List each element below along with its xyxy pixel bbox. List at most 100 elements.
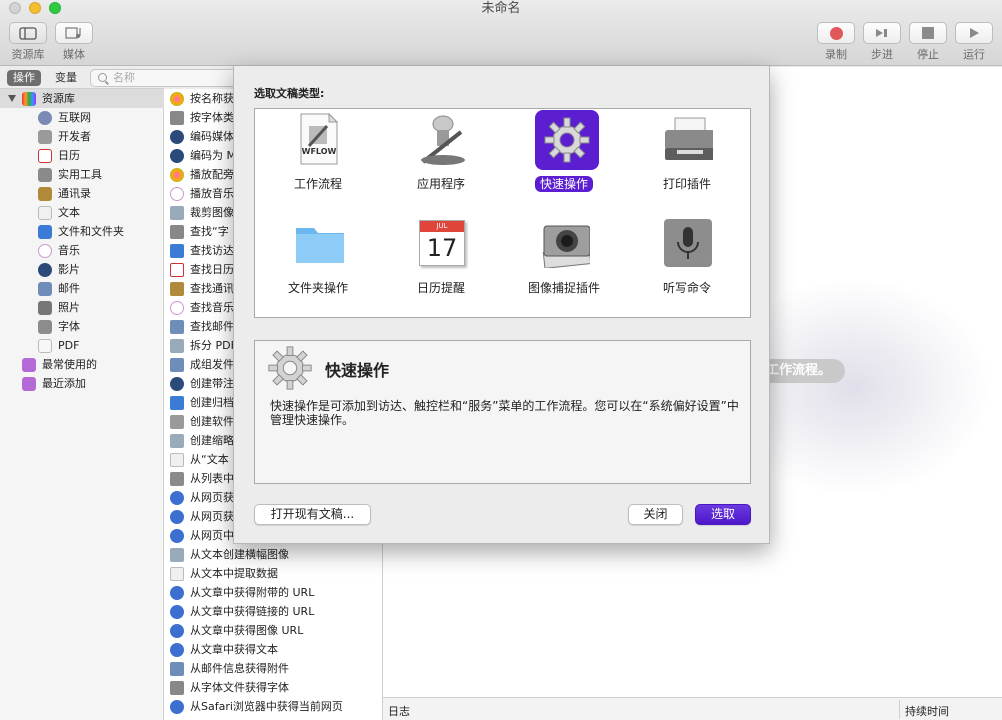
- type-calendar-alarm[interactable]: JUL 17 日历提醒: [386, 215, 496, 305]
- close-window-button[interactable]: [9, 2, 21, 14]
- library-item[interactable]: 文本: [38, 203, 80, 222]
- action-label: 创建缩略: [190, 434, 234, 447]
- type-dictation-command[interactable]: 听写命令: [632, 215, 742, 305]
- action-label: 从字体文件获得字体: [190, 681, 289, 694]
- library-root[interactable]: 资源库: [0, 89, 164, 108]
- safari-icon: [170, 585, 184, 600]
- choose-button[interactable]: 选取: [695, 504, 751, 525]
- library-item-label: 照片: [58, 301, 80, 314]
- list-item[interactable]: 从Safari浏览器中获得当前网页: [170, 697, 343, 716]
- list-item[interactable]: 查找通讯: [170, 279, 234, 298]
- tab-actions[interactable]: 操作: [7, 70, 41, 86]
- type-workflow[interactable]: WFLOW 工作流程: [263, 111, 373, 201]
- library-item[interactable]: 互联网: [38, 108, 91, 127]
- smart-group-recently-added[interactable]: 最近添加: [22, 374, 86, 393]
- step-toolbar-label: 步进: [871, 48, 893, 61]
- zoom-window-button[interactable]: [49, 2, 61, 14]
- preview-icon: [170, 338, 184, 353]
- type-folder-action[interactable]: 文件夹操作: [263, 215, 373, 305]
- list-item[interactable]: 创建归档: [170, 393, 234, 412]
- duration-column-header[interactable]: 持续时间: [905, 703, 949, 719]
- type-quick-action[interactable]: 快速操作: [509, 110, 619, 201]
- library-item[interactable]: 通讯录: [38, 184, 91, 203]
- list-item[interactable]: 从网页获: [170, 488, 234, 507]
- font-icon: [170, 680, 184, 695]
- list-item[interactable]: 从“文本: [170, 450, 229, 469]
- list-item[interactable]: 从网页获: [170, 507, 234, 526]
- log-bar: 日志 持续时间: [383, 697, 1002, 720]
- type-print-plugin[interactable]: 打印插件: [632, 111, 742, 201]
- list-item[interactable]: 拆分 PDF: [170, 336, 237, 355]
- list-item[interactable]: 查找访达: [170, 241, 234, 260]
- list-item[interactable]: 编码为 M: [170, 146, 236, 165]
- media-button[interactable]: [55, 22, 93, 44]
- preview-icon: [170, 547, 184, 562]
- type-label: 工作流程: [293, 177, 342, 191]
- library-item[interactable]: 影片: [38, 260, 80, 279]
- gear-icon: [535, 110, 599, 170]
- list-item[interactable]: 从列表中: [170, 469, 234, 488]
- record-button[interactable]: [817, 22, 855, 44]
- library-toolbar-label: 资源库: [11, 48, 45, 61]
- list-item[interactable]: 从文章中获得链接的 URL: [170, 602, 314, 621]
- step-button[interactable]: [863, 22, 901, 44]
- tools-icon: [38, 129, 52, 144]
- list-item[interactable]: 播放音乐: [170, 184, 234, 203]
- text-icon: [170, 452, 184, 467]
- list-item[interactable]: 编码媒体: [170, 127, 234, 146]
- list-item[interactable]: 查找邮件: [170, 317, 234, 336]
- type-application[interactable]: 应用程序: [386, 111, 496, 201]
- list-item[interactable]: 成组发件: [170, 355, 234, 374]
- list-item[interactable]: 从邮件信息获得附件: [170, 659, 289, 678]
- library-item[interactable]: 实用工具: [38, 165, 102, 184]
- list-item[interactable]: 从字体文件获得字体: [170, 678, 289, 697]
- library-item[interactable]: 开发者: [38, 127, 91, 146]
- close-button[interactable]: 关闭: [628, 504, 683, 525]
- library-item[interactable]: 照片: [38, 298, 80, 317]
- library-item[interactable]: 文件和文件夹: [38, 222, 124, 241]
- list-item[interactable]: 播放配旁: [170, 165, 234, 184]
- document-type-dialog: 选取文稿类型: WFLOW 工作流程 应用程序 快速操作 打印插件 文件夹操作 …: [233, 66, 770, 544]
- log-column-header[interactable]: 日志: [388, 703, 410, 719]
- action-label: 从文章中获得链接的 URL: [190, 605, 315, 618]
- library-item[interactable]: 日历: [38, 146, 80, 165]
- list-item[interactable]: 创建缩略: [170, 431, 234, 450]
- list-item[interactable]: 从文本中提取数据: [170, 564, 278, 583]
- smart-group-most-used[interactable]: 最常使用的: [22, 355, 97, 374]
- list-item[interactable]: 裁剪图像: [170, 203, 234, 222]
- list-item[interactable]: 从文章中获得附带的 URL: [170, 583, 314, 602]
- list-item[interactable]: 按字体类: [170, 108, 234, 127]
- document-type-grid: WFLOW 工作流程 应用程序 快速操作 打印插件 文件夹操作 JUL 17 日…: [254, 108, 751, 318]
- utilities-icon: [38, 167, 52, 182]
- library-toggle-button[interactable]: [9, 22, 47, 44]
- type-image-capture-plugin[interactable]: 图像捕捉插件: [509, 215, 619, 305]
- minimize-window-button[interactable]: [29, 2, 41, 14]
- window-title: 未命名: [481, 1, 521, 16]
- library-item[interactable]: 邮件: [38, 279, 80, 298]
- list-item[interactable]: 查找音乐: [170, 298, 234, 317]
- run-button[interactable]: [955, 22, 993, 44]
- list-item[interactable]: 按名称获: [170, 89, 234, 108]
- disclosure-triangle-icon[interactable]: [8, 95, 16, 102]
- list-item[interactable]: 创建软件: [170, 412, 234, 431]
- stop-button[interactable]: [909, 22, 947, 44]
- action-label: 从Safari浏览器中获得当前网页: [190, 700, 343, 713]
- list-item[interactable]: 从文本创建横幅图像: [170, 545, 289, 564]
- list-item[interactable]: 查找“字: [170, 222, 229, 241]
- list-item[interactable]: 创建带注: [170, 374, 234, 393]
- action-label: 从文本中提取数据: [190, 567, 278, 580]
- step-icon: [876, 29, 887, 37]
- quicktime-icon: [170, 148, 184, 163]
- library-item[interactable]: 音乐: [38, 241, 80, 260]
- open-existing-button[interactable]: 打开现有文稿...: [254, 504, 371, 525]
- tools-icon: [170, 414, 184, 429]
- tab-variables[interactable]: 变量: [49, 70, 83, 86]
- list-item[interactable]: 从文章中获得图像 URL: [170, 621, 303, 640]
- search-input[interactable]: 名称: [90, 69, 240, 87]
- stop-toolbar-label: 停止: [917, 48, 939, 61]
- library-item[interactable]: 字体: [38, 317, 80, 336]
- list-item[interactable]: 从文章中获得文本: [170, 640, 278, 659]
- list-item[interactable]: 查找日历: [170, 260, 234, 279]
- library-item[interactable]: PDF: [38, 336, 79, 355]
- list-item[interactable]: 从网页中: [170, 526, 234, 545]
